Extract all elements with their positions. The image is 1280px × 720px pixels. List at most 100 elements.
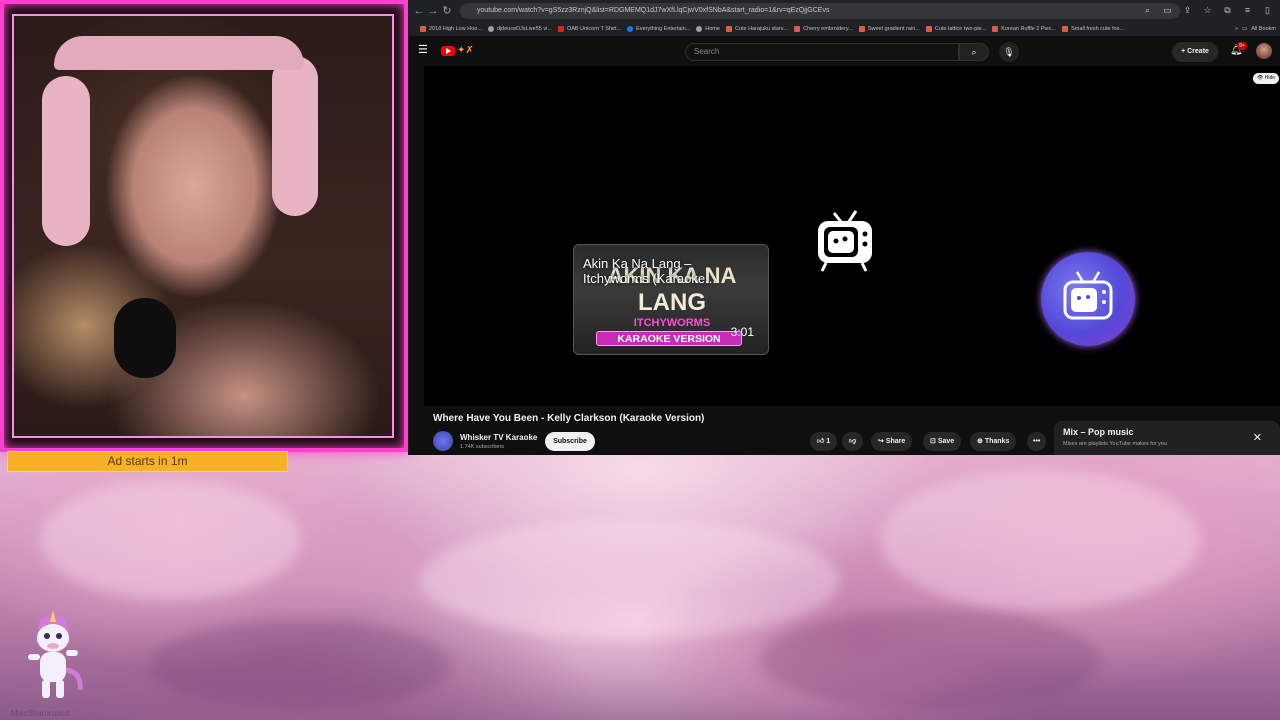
thumb-karaoke-label: KARAOKE VERSION — [596, 331, 742, 346]
channel-tv-icon — [1063, 271, 1113, 320]
notification-badge: 9+ — [1237, 42, 1247, 50]
bookmark-item[interactable]: 2018 High Low Hoo... — [420, 26, 482, 32]
account-avatar[interactable] — [1256, 43, 1272, 59]
search-input[interactable]: Search — [685, 43, 959, 61]
channel-logo-orb[interactable] — [1041, 252, 1135, 346]
dislike-button[interactable]: 👎︎ — [842, 432, 864, 451]
ad-countdown-bar: Ad starts in 1m — [7, 451, 288, 472]
bookmark-item[interactable]: Sweet gradient rain... — [858, 26, 920, 32]
bookmark-label: Cute Harajuku stars... — [734, 26, 789, 32]
bookmark-favicon-icon — [557, 26, 564, 32]
save-button[interactable]: ⊡ Save — [923, 432, 962, 451]
webcam-feed — [12, 14, 394, 438]
search-icon[interactable]: ⌕ — [959, 43, 989, 61]
mix-subtitle: Mixes are playlists YouTube makes for yo… — [1063, 441, 1168, 447]
extensions-icon[interactable]: ⧉ — [1221, 3, 1234, 17]
more-actions-button[interactable]: ••• — [1027, 432, 1047, 451]
bookmark-star-icon[interactable]: ☆ — [1201, 3, 1214, 17]
streamer-name: MissSharonzard — [11, 709, 69, 718]
up-next-title: Akin Ka Na Lang – Itchyworms (Karaoke... — [583, 256, 716, 286]
bookmark-item[interactable]: Korean Ruffle 2 Piec... — [992, 26, 1056, 32]
url-text: youtube.com/watch?v=gS5zz3RznjQ&list=RDG… — [477, 7, 830, 14]
create-label: Create — [1187, 48, 1209, 55]
video-player[interactable]: AKIN KA NA LANG Akin Ka Na Lang – Itchyw… — [424, 66, 1280, 406]
sidebar-icon[interactable]: ▯ — [1261, 3, 1274, 17]
bookmark-label: 2018 High Low Hoo... — [429, 26, 482, 32]
share-icon: ↪ — [878, 438, 884, 445]
all-bookmarks[interactable]: » ▭ All Bookm — [1230, 22, 1276, 36]
bookmark-favicon-icon — [794, 26, 801, 32]
menu-icon[interactable]: ☰ — [418, 45, 428, 56]
close-icon[interactable]: ✕ — [1253, 431, 1262, 444]
subscriber-count: 1.74K subscribers — [460, 444, 505, 450]
address-bar[interactable]: youtube.com/watch?v=gS5zz3RznjQ&list=RDG… — [460, 3, 1180, 19]
microphone-icon[interactable]: 🎙︎ — [999, 42, 1019, 62]
bookmark-favicon-icon — [420, 26, 426, 32]
bookmark-item[interactable]: djdeuceDJsLive55 vi... — [487, 26, 552, 32]
bookmark-favicon-icon — [858, 26, 865, 32]
webcam-frame — [0, 0, 408, 452]
microphone — [114, 298, 176, 378]
bookmark-label: OAB Unicorn T Shirt... — [566, 26, 622, 32]
unicorn-mascot-icon — [28, 610, 83, 698]
bookmark-favicon-icon — [925, 26, 932, 32]
bookmark-item[interactable]: Everything Entertain... — [627, 26, 690, 32]
browser-actions: ⌕ ▭ ⇪ ☆ ⧉ ≡ ▯ — [1141, 3, 1274, 17]
bookmark-label: Small fresh cute fox... — [1071, 26, 1125, 32]
youtube-header: ☰ ✦✗ Search ⌕ 🎙︎ + Create 🔔︎ 9+ — [408, 36, 1280, 66]
mix-playlist-panel[interactable]: Mix – Pop music Mixes are playlists YouT… — [1054, 421, 1280, 455]
subscribe-button[interactable]: Subscribe — [545, 432, 595, 451]
hide-button[interactable]: 👁︎ Hide — [1253, 73, 1279, 84]
bookmark-favicon-icon — [627, 26, 634, 32]
all-bookmarks-label: All Bookm — [1251, 26, 1276, 32]
bookmark-favicon-icon — [992, 26, 999, 32]
bookmark-label: Cherry embroidery... — [803, 26, 853, 32]
bookmark-favicon-icon — [696, 26, 703, 32]
create-button[interactable]: + Create — [1172, 42, 1218, 62]
doodle-icon: ✦✗ — [457, 45, 474, 56]
video-title: Where Have You Been - Kelly Clarkson (Ka… — [433, 413, 705, 424]
channel-name[interactable]: Whisker TV Karaoke — [460, 433, 537, 442]
cast-icon[interactable]: ▭ — [1161, 3, 1174, 17]
share-page-icon[interactable]: ⇪ — [1181, 3, 1194, 17]
hide-label: Hide — [1264, 75, 1276, 81]
bookmark-label: Korean Ruffle 2 Piec... — [1001, 26, 1057, 32]
mix-title: Mix – Pop music — [1063, 427, 1134, 437]
like-count: 1 — [826, 438, 831, 445]
thumb-big-text-2: LANG — [638, 289, 706, 316]
share-label: Share — [885, 438, 906, 445]
bookmark-item[interactable]: Cherry embroidery... — [794, 26, 853, 32]
bookmark-label: Home — [705, 26, 720, 32]
bookmark-item[interactable]: Home — [696, 26, 720, 32]
save-label: Save — [937, 438, 955, 445]
like-button[interactable]: 👍︎ 1 — [810, 432, 838, 451]
zoom-icon[interactable]: ⌕ — [1141, 3, 1154, 17]
bookmark-label: Everything Entertain... — [636, 26, 691, 32]
thanks-icon: ⊕ — [977, 438, 983, 445]
tv-mascot-icon — [818, 210, 872, 272]
reload-icon[interactable]: ↻ — [438, 2, 456, 20]
share-button[interactable]: ↪ Share — [871, 432, 913, 451]
bookmark-favicon-icon — [1062, 26, 1069, 32]
more-icon: ••• — [1033, 438, 1041, 445]
media-icon[interactable]: ≡ — [1241, 3, 1254, 17]
bookmark-item[interactable]: OAB Unicorn T Shirt... — [557, 26, 622, 32]
bookmark-label: djdeuceDJsLive55 vi... — [496, 26, 552, 32]
youtube-logo-icon[interactable] — [441, 46, 455, 56]
more-bookmarks-icon[interactable]: » — [1235, 26, 1238, 32]
channel-avatar[interactable] — [433, 431, 453, 451]
bookmarks-bar: 2018 High Low Hoo... djdeuceDJsLive55 vi.… — [408, 22, 1280, 36]
folder-icon: ▭ — [1242, 26, 1248, 32]
bookmark-item[interactable]: Cute Harajuku stars... — [725, 26, 789, 32]
up-next-thumbnail[interactable]: AKIN KA NA LANG Akin Ka Na Lang – Itchyw… — [573, 244, 769, 355]
bookmark-label: Sweet gradient rain... — [867, 26, 920, 32]
thanks-button[interactable]: ⊕ Thanks — [970, 432, 1017, 451]
bookmark-favicon-icon — [487, 26, 494, 32]
up-next-duration: 3:01 — [730, 325, 754, 339]
bookmark-item[interactable]: Cute lattice two-pie... — [925, 26, 987, 32]
bookmark-item[interactable]: Small fresh cute fox... — [1062, 26, 1124, 32]
thanks-label: Thanks — [984, 438, 1010, 445]
bookmark-label: Cute lattice two-pie... — [934, 26, 987, 32]
browser-window: ← → ↻ youtube.com/watch?v=gS5zz3RznjQ&li… — [408, 0, 1280, 455]
bookmark-icon: ⊡ — [930, 438, 936, 445]
